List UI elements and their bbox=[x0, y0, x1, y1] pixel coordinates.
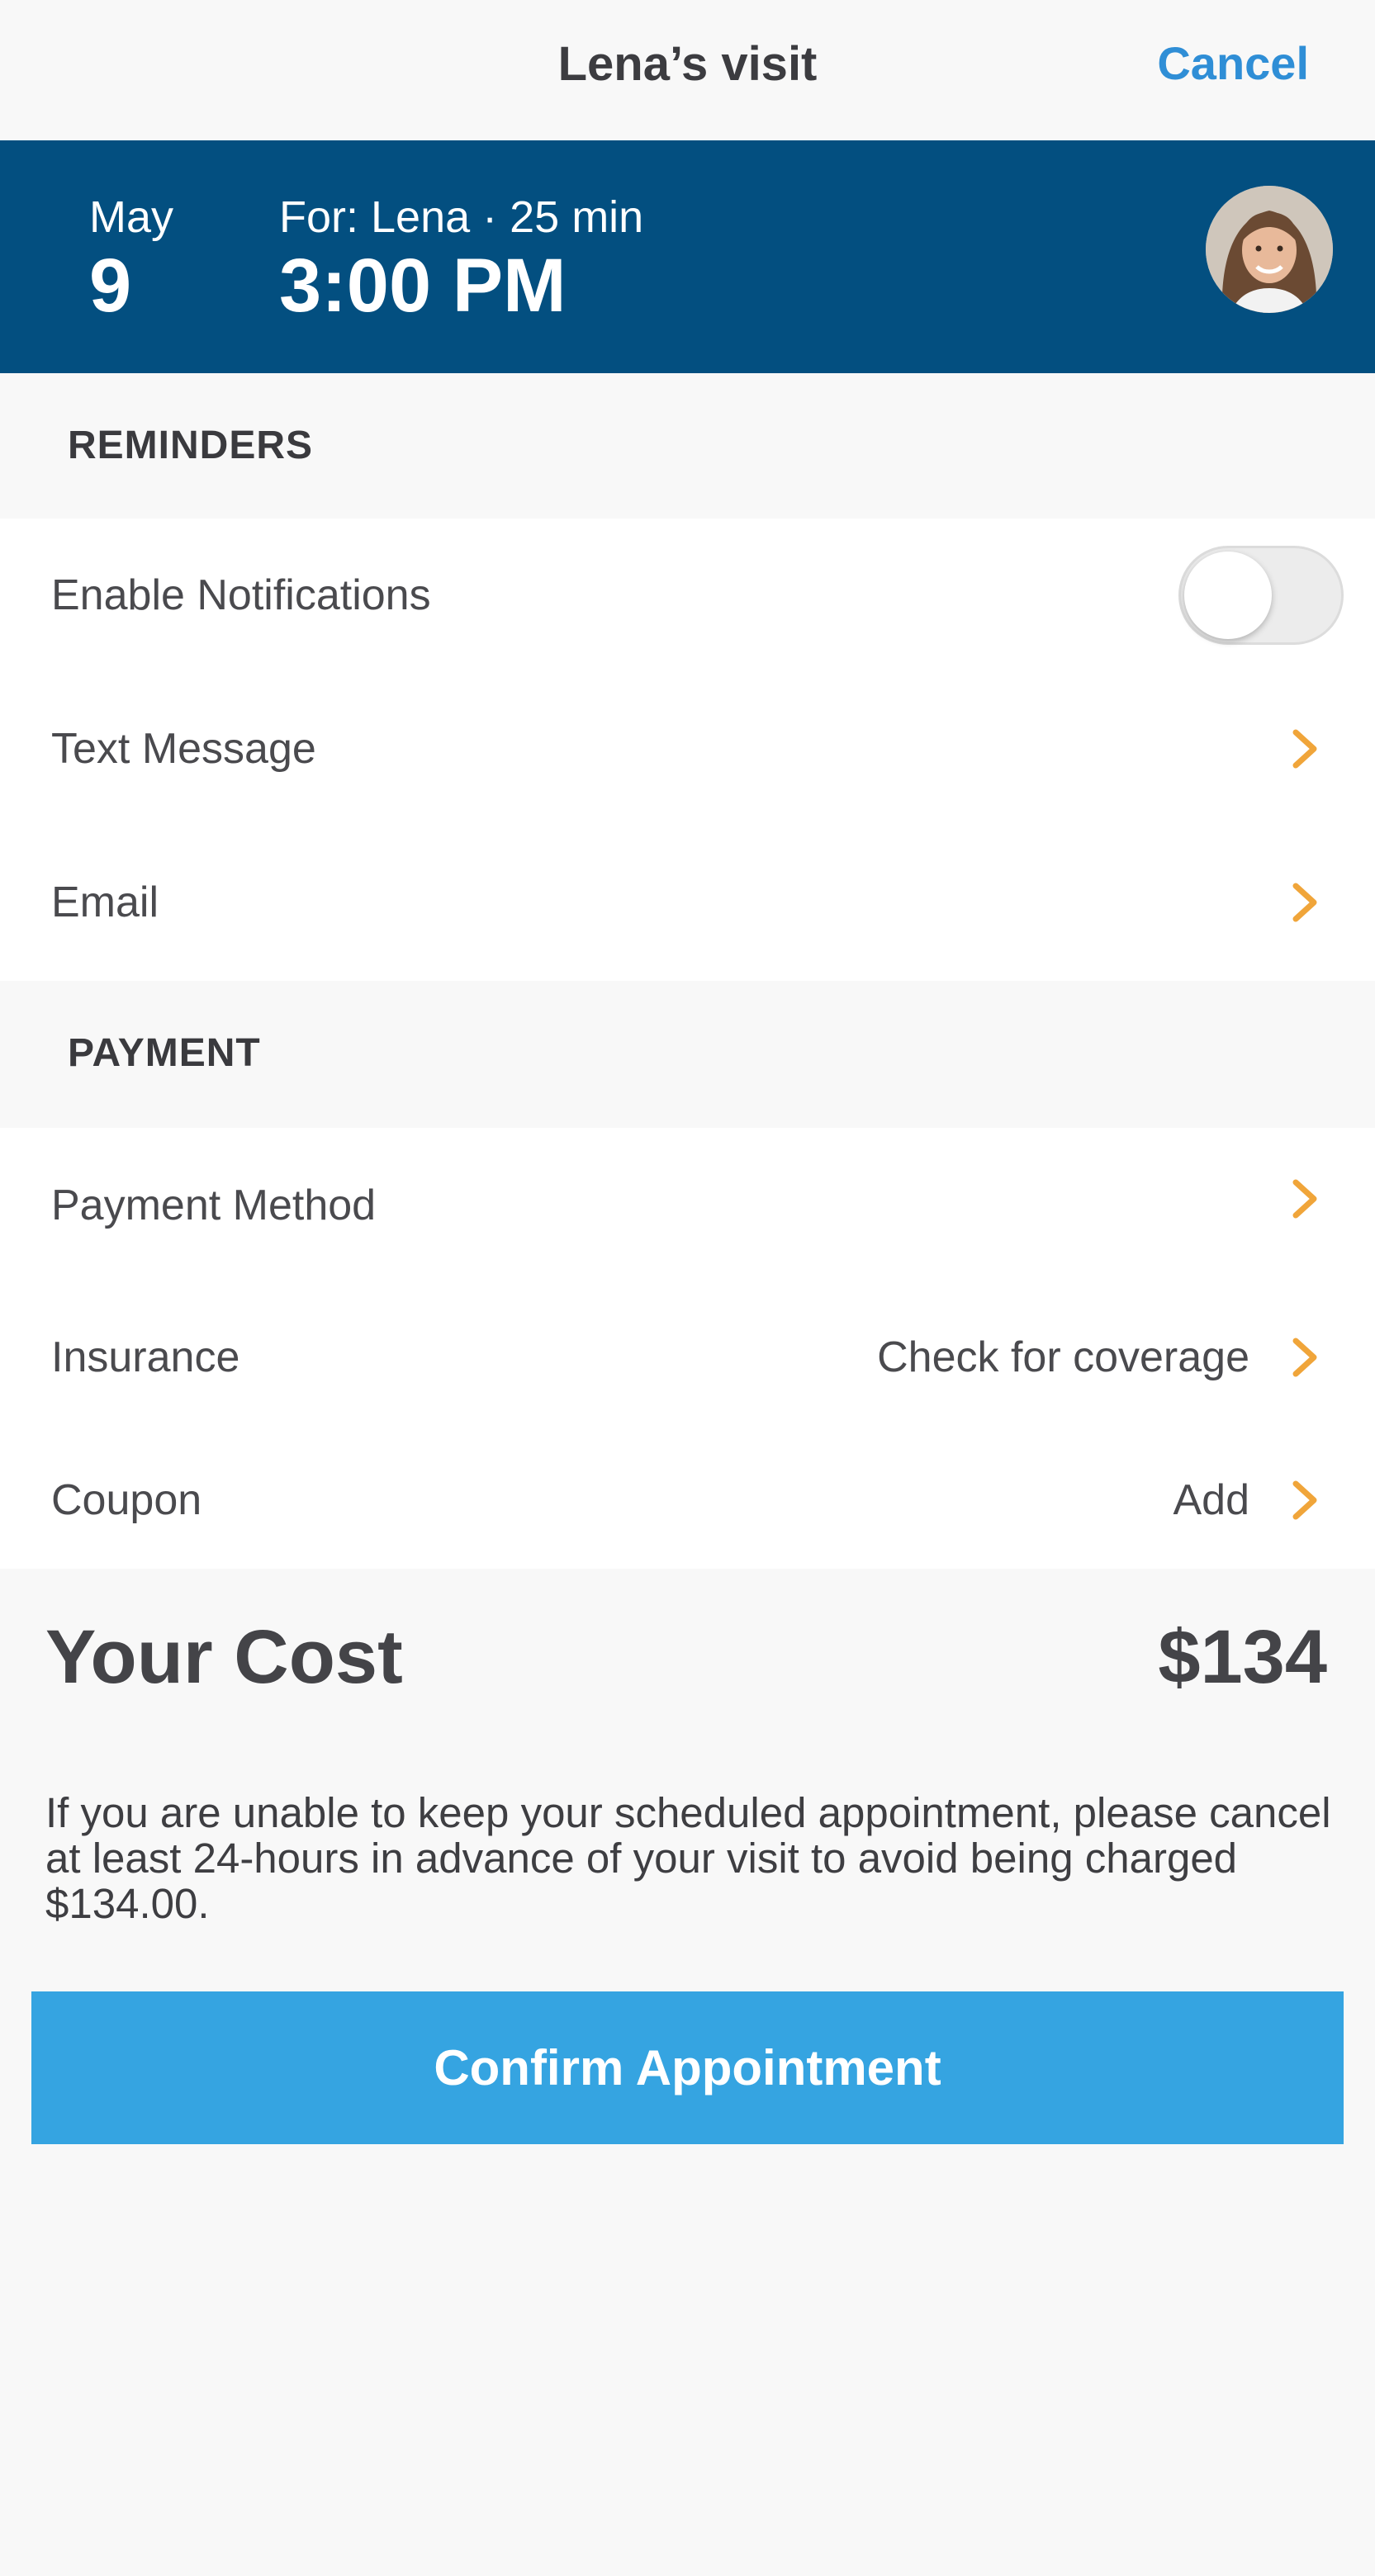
appointment-banner: May 9 For: Lena · 25 min 3:00 PM bbox=[0, 140, 1375, 373]
payment-method-label: Payment Method bbox=[51, 1181, 377, 1229]
appointment-month: May bbox=[89, 192, 174, 242]
text-message-label: Text Message bbox=[51, 725, 316, 773]
person-photo-icon bbox=[1206, 186, 1333, 313]
insurance-row[interactable]: Insurance Check for coverage bbox=[0, 1283, 1375, 1432]
coupon-label: Coupon bbox=[51, 1476, 202, 1524]
payment-section-header: PAYMENT bbox=[0, 981, 1375, 1128]
confirm-appointment-button[interactable]: Confirm Appointment bbox=[31, 1991, 1344, 2144]
chevron-right-icon bbox=[1292, 729, 1317, 769]
enable-notifications-label: Enable Notifications bbox=[51, 571, 431, 619]
your-cost-label: Your Cost bbox=[45, 1615, 403, 1699]
payment-header-label: PAYMENT bbox=[68, 1031, 261, 1075]
reminders-section-header: REMINDERS bbox=[0, 373, 1375, 519]
chevron-right-icon bbox=[1292, 1338, 1317, 1377]
chevron-right-icon bbox=[1292, 1480, 1317, 1520]
text-message-row[interactable]: Text Message bbox=[0, 672, 1375, 826]
coupon-value: Add bbox=[1173, 1476, 1249, 1524]
coupon-row[interactable]: Coupon Add bbox=[0, 1432, 1375, 1569]
reminders-group: Enable Notifications Text Message Email bbox=[0, 519, 1375, 981]
notifications-toggle[interactable] bbox=[1178, 546, 1344, 645]
appointment-time: 3:00 PM bbox=[279, 244, 567, 328]
cancel-button[interactable]: Cancel bbox=[1157, 36, 1309, 90]
email-row[interactable]: Email bbox=[0, 826, 1375, 979]
insurance-value: Check for coverage bbox=[877, 1333, 1249, 1381]
email-label: Email bbox=[51, 878, 159, 926]
payment-group: Payment Method Insurance Check for cover… bbox=[0, 1128, 1375, 1569]
insurance-label: Insurance bbox=[51, 1333, 240, 1381]
enable-notifications-row: Enable Notifications bbox=[0, 519, 1375, 672]
your-cost-value: $134 bbox=[1158, 1615, 1327, 1699]
avatar bbox=[1206, 186, 1333, 313]
cancellation-policy-text: If you are unable to keep your scheduled… bbox=[45, 1789, 1331, 1927]
chevron-right-icon bbox=[1292, 1179, 1317, 1219]
appointment-patient-duration: For: Lena · 25 min bbox=[279, 192, 644, 242]
appointment-day: 9 bbox=[89, 244, 132, 328]
nav-bar: Lena’s visit Cancel bbox=[0, 0, 1375, 140]
reminders-header-label: REMINDERS bbox=[68, 424, 314, 467]
payment-method-row[interactable]: Payment Method bbox=[0, 1128, 1375, 1283]
toggle-knob bbox=[1184, 552, 1272, 639]
chevron-right-icon bbox=[1292, 883, 1317, 922]
